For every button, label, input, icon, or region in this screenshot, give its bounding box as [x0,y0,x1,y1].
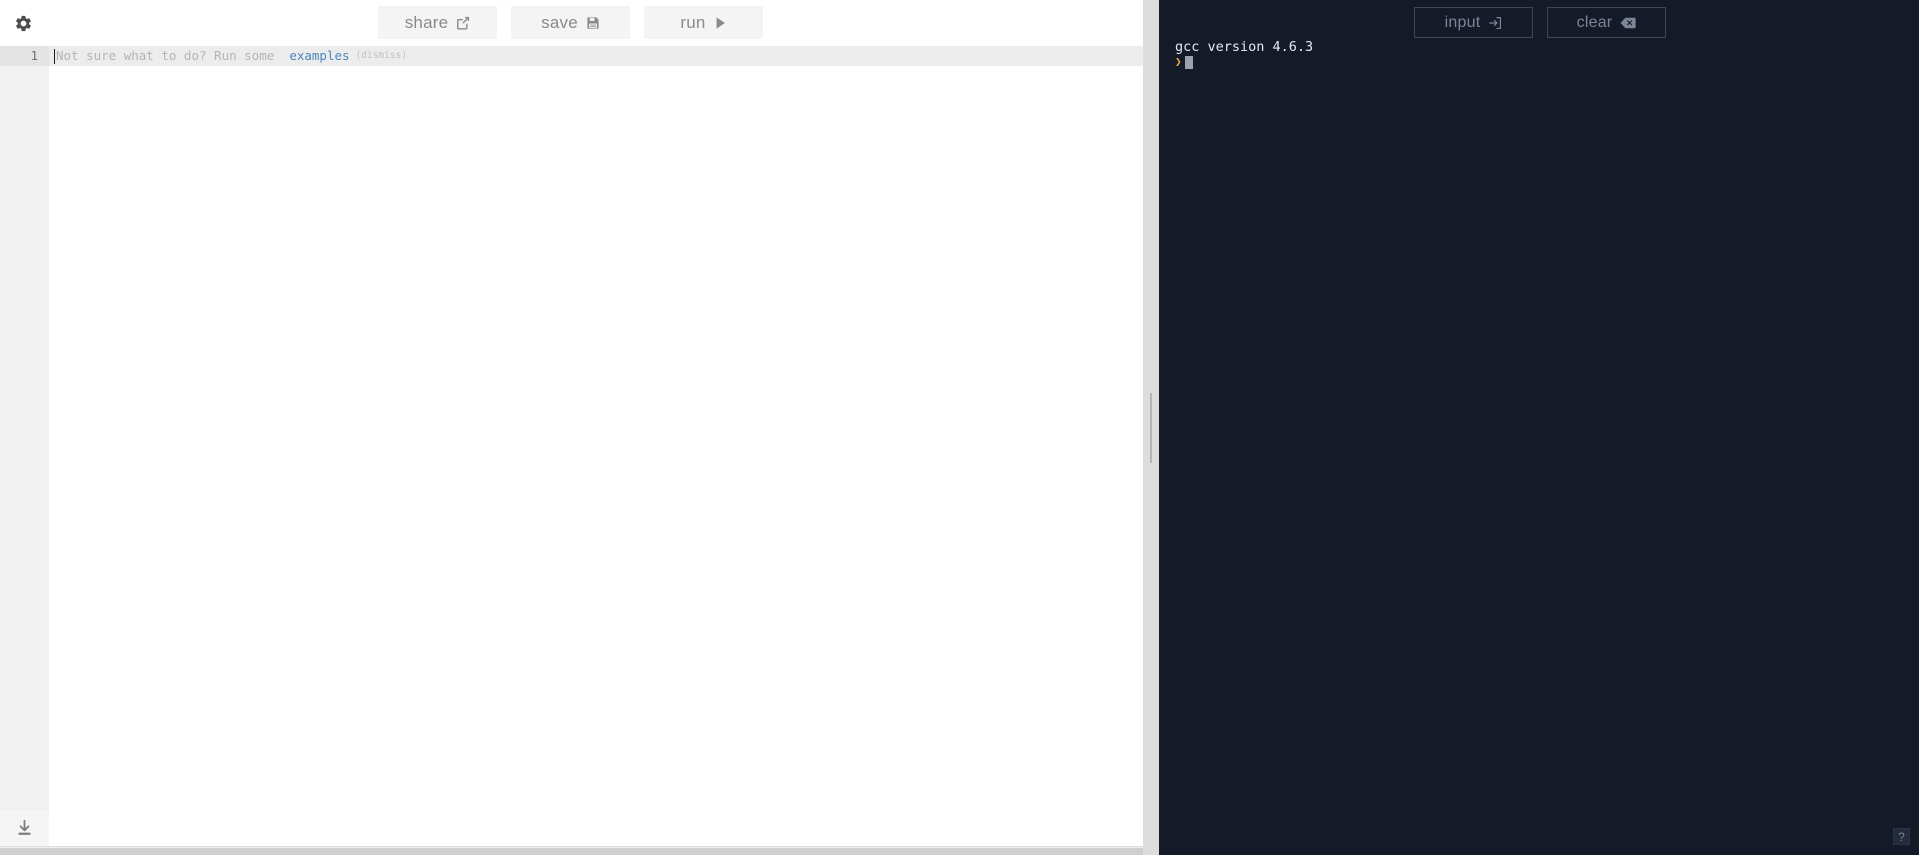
input-button-label: input [1444,13,1481,31]
pane-splitter[interactable] [1143,0,1159,855]
placeholder-prefix: Not sure what to do? Run some [56,48,275,63]
compiler-app: share save run 1 Not sure what to do? Ru… [0,0,1919,855]
console-action-buttons: input clear [1414,7,1666,38]
dismiss-link[interactable]: (dismiss) [356,46,407,66]
input-arrow-icon [1488,16,1502,30]
play-triangle-icon [714,16,727,30]
settings-button[interactable] [0,0,46,46]
editor-horizontal-scrollbar[interactable] [0,846,1143,855]
console-output: gcc version 4.6.3 ❯ [1175,40,1909,845]
splitter-handle[interactable] [1150,392,1152,463]
download-import-icon [16,819,33,837]
code-body[interactable]: Not sure what to do? Run some examples (… [49,46,1143,855]
import-file-button[interactable] [0,810,49,846]
run-button[interactable]: run [644,6,763,39]
share-button[interactable]: share [378,6,497,39]
backspace-icon [1620,17,1636,29]
save-button-label: save [541,12,578,32]
clear-button-label: clear [1576,13,1613,31]
help-button[interactable]: ? [1893,828,1910,845]
gear-icon [14,14,33,33]
code-editor-area[interactable]: 1 Not sure what to do? Run some examples… [0,46,1143,855]
scrollbar-thumb[interactable] [0,848,1143,855]
text-caret [54,48,55,64]
editor-action-buttons: share save run [378,6,763,39]
console-prompt-line[interactable]: ❯ [1175,55,1909,69]
placeholder-space [274,46,289,66]
line-number-gutter: 1 [0,46,49,855]
line-number: 1 [0,46,49,66]
code-line-1[interactable]: Not sure what to do? Run some examples (… [49,46,1143,66]
editor-toolbar: share save run [0,0,1143,46]
share-button-label: share [404,12,449,32]
clear-button[interactable]: clear [1547,7,1666,38]
share-export-icon [456,16,470,30]
terminal-cursor [1184,55,1193,69]
console-output-line: gcc version 4.6.3 [1175,39,1314,55]
input-button[interactable]: input [1414,7,1533,38]
floppy-disk-icon [586,16,600,30]
run-button-label: run [680,12,706,32]
prompt-chevron-icon: ❯ [1175,55,1182,68]
console-pane: input clear gcc version 4.6.3 ❯ ? [1159,0,1919,855]
save-button[interactable]: save [511,6,630,39]
examples-link[interactable]: examples [289,46,349,66]
editor-pane: share save run 1 Not sure what to do? Ru… [0,0,1143,855]
